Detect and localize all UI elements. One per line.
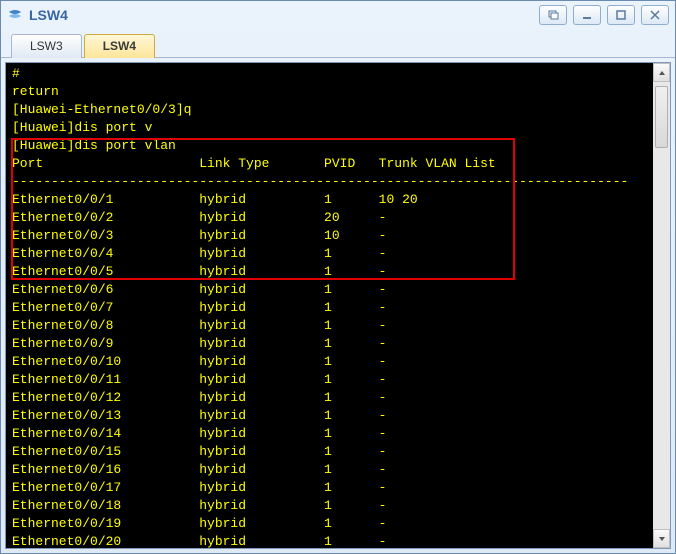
scroll-up-button[interactable] [653, 63, 670, 82]
close-button[interactable] [641, 5, 669, 25]
terminal[interactable]: # return [Huawei-Ethernet0/0/3]q [Huawei… [6, 63, 653, 548]
scroll-down-button[interactable] [653, 529, 670, 548]
app-window: LSW4 LSW3 LSW4 # return [Huawei-Ethernet… [0, 0, 676, 554]
tab-label: LSW3 [30, 39, 63, 53]
window-title: LSW4 [29, 7, 533, 23]
scrollbar-thumb[interactable] [655, 86, 668, 148]
scrollbar-track[interactable] [653, 82, 670, 529]
terminal-wrap: # return [Huawei-Ethernet0/0/3]q [Huawei… [5, 62, 671, 549]
maximize-button[interactable] [607, 5, 635, 25]
app-icon [7, 7, 23, 23]
tabstrip: LSW3 LSW4 [1, 29, 675, 58]
tab-label: LSW4 [103, 39, 136, 53]
scrollbar [653, 63, 670, 548]
minimize-button[interactable] [573, 5, 601, 25]
restore-down-button[interactable] [539, 5, 567, 25]
tab-lsw4[interactable]: LSW4 [84, 34, 155, 58]
tab-lsw3[interactable]: LSW3 [11, 34, 82, 58]
titlebar: LSW4 [1, 1, 675, 29]
